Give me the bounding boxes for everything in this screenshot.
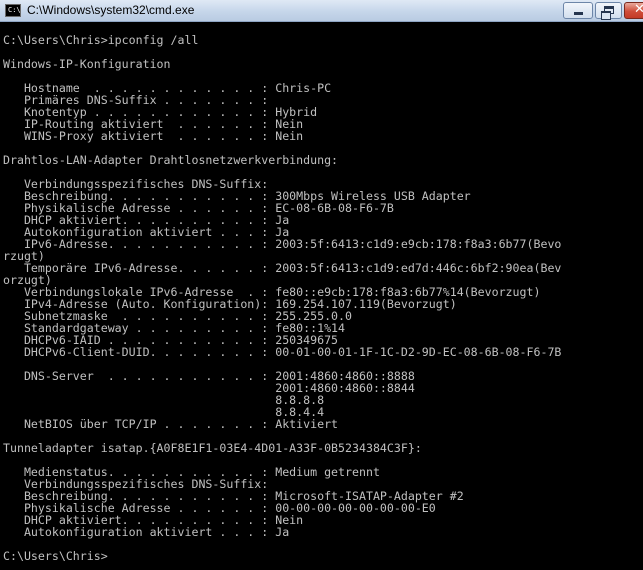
console-line: NetBIOS über TCP/IP . . . . . . . : Akti… <box>3 417 339 431</box>
console-line: Temporäre IPv6-Adresse. . . . . . : 2003… <box>3 261 562 275</box>
close-button[interactable]: ✕ <box>624 2 643 19</box>
restore-icon <box>601 6 614 20</box>
console-line: C:\Users\Chris>ipconfig /all <box>3 33 199 47</box>
title-bar[interactable]: C:\ C:\Windows\system32\cmd.exe ✕ <box>0 0 643 22</box>
console-area[interactable]: C:\Users\Chris>ipconfig /all Windows-IP-… <box>0 23 643 570</box>
console-line: WINS-Proxy aktiviert . . . . . . : Nein <box>3 129 304 143</box>
console-output: C:\Users\Chris>ipconfig /all Windows-IP-… <box>0 23 643 562</box>
minimize-button[interactable] <box>563 2 593 19</box>
console-line: IPv6-Adresse. . . . . . . . . . . : 2003… <box>3 237 562 251</box>
console-line: Drahtlos-LAN-Adapter Drahtlosnetzwerkver… <box>3 153 339 167</box>
console-line: Tunneladapter isatap.{A0F8E1F1-03E4-4D01… <box>3 441 422 455</box>
minimize-icon <box>574 12 583 15</box>
console-line: Autokonfiguration aktiviert . . . : Ja <box>3 525 290 539</box>
close-icon: ✕ <box>634 2 643 17</box>
maximize-button[interactable] <box>595 2 622 20</box>
console-line: C:\Users\Chris> <box>3 549 108 563</box>
console-line: DHCPv6-Client-DUID. . . . . . . . : 00-0… <box>3 345 562 359</box>
window-title: C:\Windows\system32\cmd.exe <box>27 3 195 17</box>
console-line: Windows-IP-Konfiguration <box>3 57 171 71</box>
cmd-icon: C:\ <box>5 4 21 17</box>
